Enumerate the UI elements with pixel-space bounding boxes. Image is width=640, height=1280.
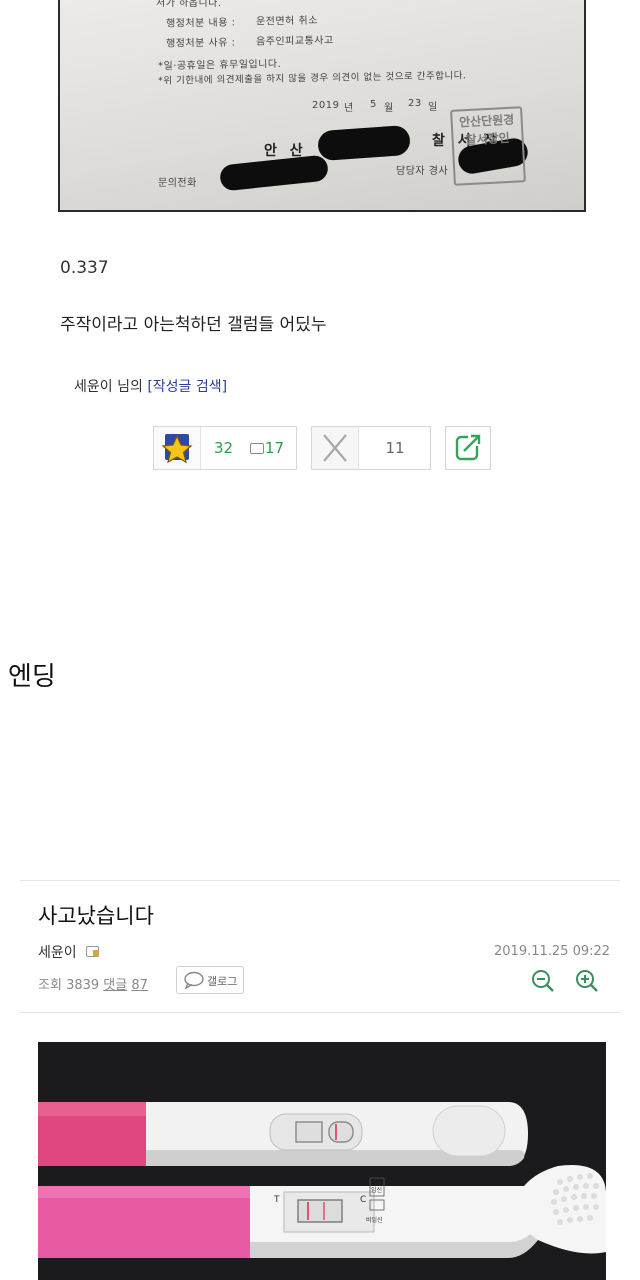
star-icon [161,434,193,464]
notice-note-1: *일·공휴일은 휴무일입니다. [157,58,282,73]
x-icon [323,434,347,462]
notice-date-month-unit: 월 [384,103,394,114]
test-label-t: T [273,1195,280,1205]
notice-header-fragment: 처가 하옵니다. [156,0,222,9]
blood-alcohol-value: 0.337 [60,258,109,278]
seal-text: 안산단원경찰서장인 [458,112,515,148]
scrap-icon [250,443,264,454]
pregnancy-test-sticks: T C 임신 비임신 [38,1102,606,1258]
zoom-in-button[interactable] [574,968,600,998]
official-seal: 안산단원경찰서장인 [450,106,526,186]
notice-officer-label: 담당자 경사 [396,166,449,177]
reason-label: 행정처분 사유 : [165,37,236,50]
downvote-button[interactable] [312,427,359,469]
lock-badge [93,950,99,956]
views-label: 조회 [38,978,62,993]
downvote-group: 11 [311,426,431,470]
post2-date: 2019.11.25 09:22 [494,944,611,959]
test-label-not-pregnant: 비임신 [366,1216,383,1224]
post2-divider [20,1012,620,1013]
test-label-c: C [360,1195,366,1205]
pregnancy-test-photo: T C 임신 비임신 [38,1042,606,1280]
scrap-count: 17 [265,439,285,457]
gallog-button[interactable]: 갤로그 [176,966,244,994]
reason-value: 음주인피교통사고 [255,35,334,48]
notice-date-day: 23 [408,98,422,109]
comments-label[interactable]: 댓글 [103,978,127,993]
notice-date-day-unit: 일 [428,102,438,113]
test-stick-2: T C 임신 비임신 [38,1165,606,1258]
zoom-out-button[interactable] [530,968,556,998]
disposition-value: 운전면허 취소 [255,15,319,28]
zoom-out-icon [532,970,554,992]
redaction-mark [218,154,330,192]
post2-author[interactable]: 세윤이 [38,942,77,962]
post2-meta: 조회 3839 댓글 87 [38,974,148,993]
upvote-group: 32 17 [153,426,297,470]
ending-caption: 엔딩 [8,662,56,692]
disposition-label: 행정처분 내용 : [165,17,236,30]
author-search-line: 세윤이 님의 [작성글 검색] [74,376,227,396]
speech-bubble-icon [184,971,204,990]
test-stick-1 [38,1102,528,1166]
notice-photo: 처가 하옵니다. 행정처분 내용 : 운전면허 취소 행정처분 사유 : 음주인… [0,0,640,228]
notice-date-month: 5 [370,99,377,110]
redaction-mark [317,124,411,162]
views-count: 3839 [66,978,100,993]
notice-date-year-unit: 년 [344,103,354,114]
author-name-label: 세윤이 님의 [74,379,143,395]
upvote-count: 32 [214,439,234,457]
test-label-pregnant: 임신 [371,1186,382,1194]
search-posts-link[interactable]: [작성글 검색] [147,379,227,395]
gallog-label: 갤로그 [207,975,238,988]
notice-contact-label: 문의전화 [158,178,197,189]
comments-count[interactable]: 87 [131,978,148,993]
zoom-in-icon [576,970,598,992]
share-button[interactable] [445,426,491,470]
upvote-button[interactable] [154,427,201,469]
share-icon [455,434,482,461]
post2-top-border [20,880,620,881]
notice-date-year: 2019 [312,100,340,111]
post-body-text: 주작이라고 아는척하던 갤럼들 어딨누 [60,315,327,335]
post2-title: 사고났습니다 [38,904,154,928]
downvote-count: 11 [385,439,405,457]
